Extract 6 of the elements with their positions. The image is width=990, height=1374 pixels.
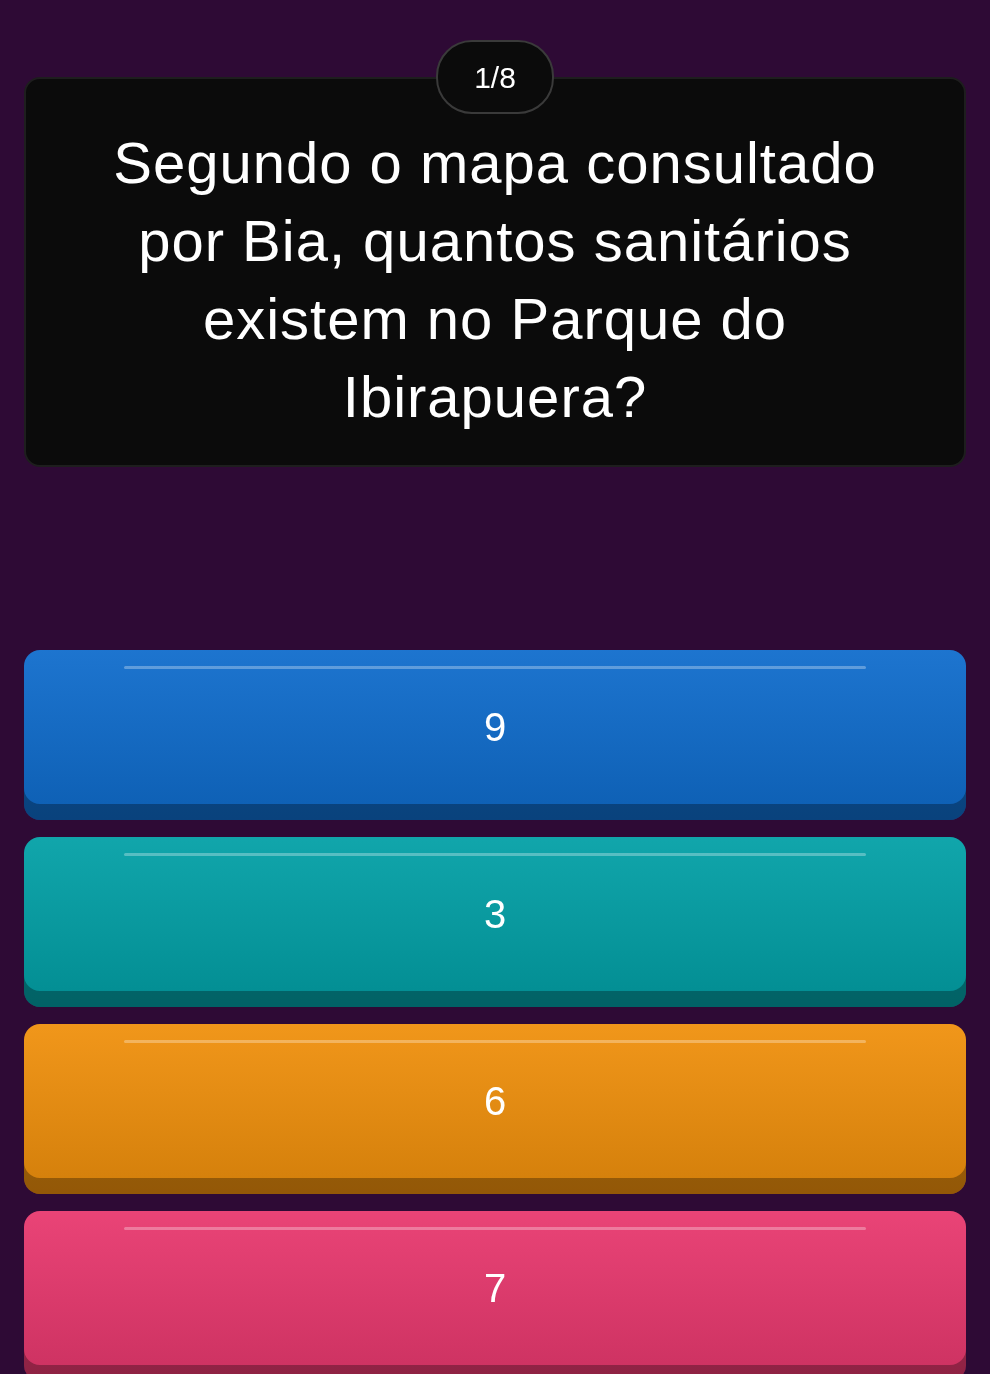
answer-option[interactable]: 9 (24, 650, 966, 820)
question-counter: 1/8 (436, 40, 554, 114)
answer-option[interactable]: 7 (24, 1211, 966, 1374)
question-text: Segundo o mapa consultado por Bia, quantos sanitários existem no Parque do Ibirapuera? (112, 129, 878, 431)
answer-option[interactable]: 6 (24, 1024, 966, 1194)
answer-option[interactable]: 3 (24, 837, 966, 1007)
